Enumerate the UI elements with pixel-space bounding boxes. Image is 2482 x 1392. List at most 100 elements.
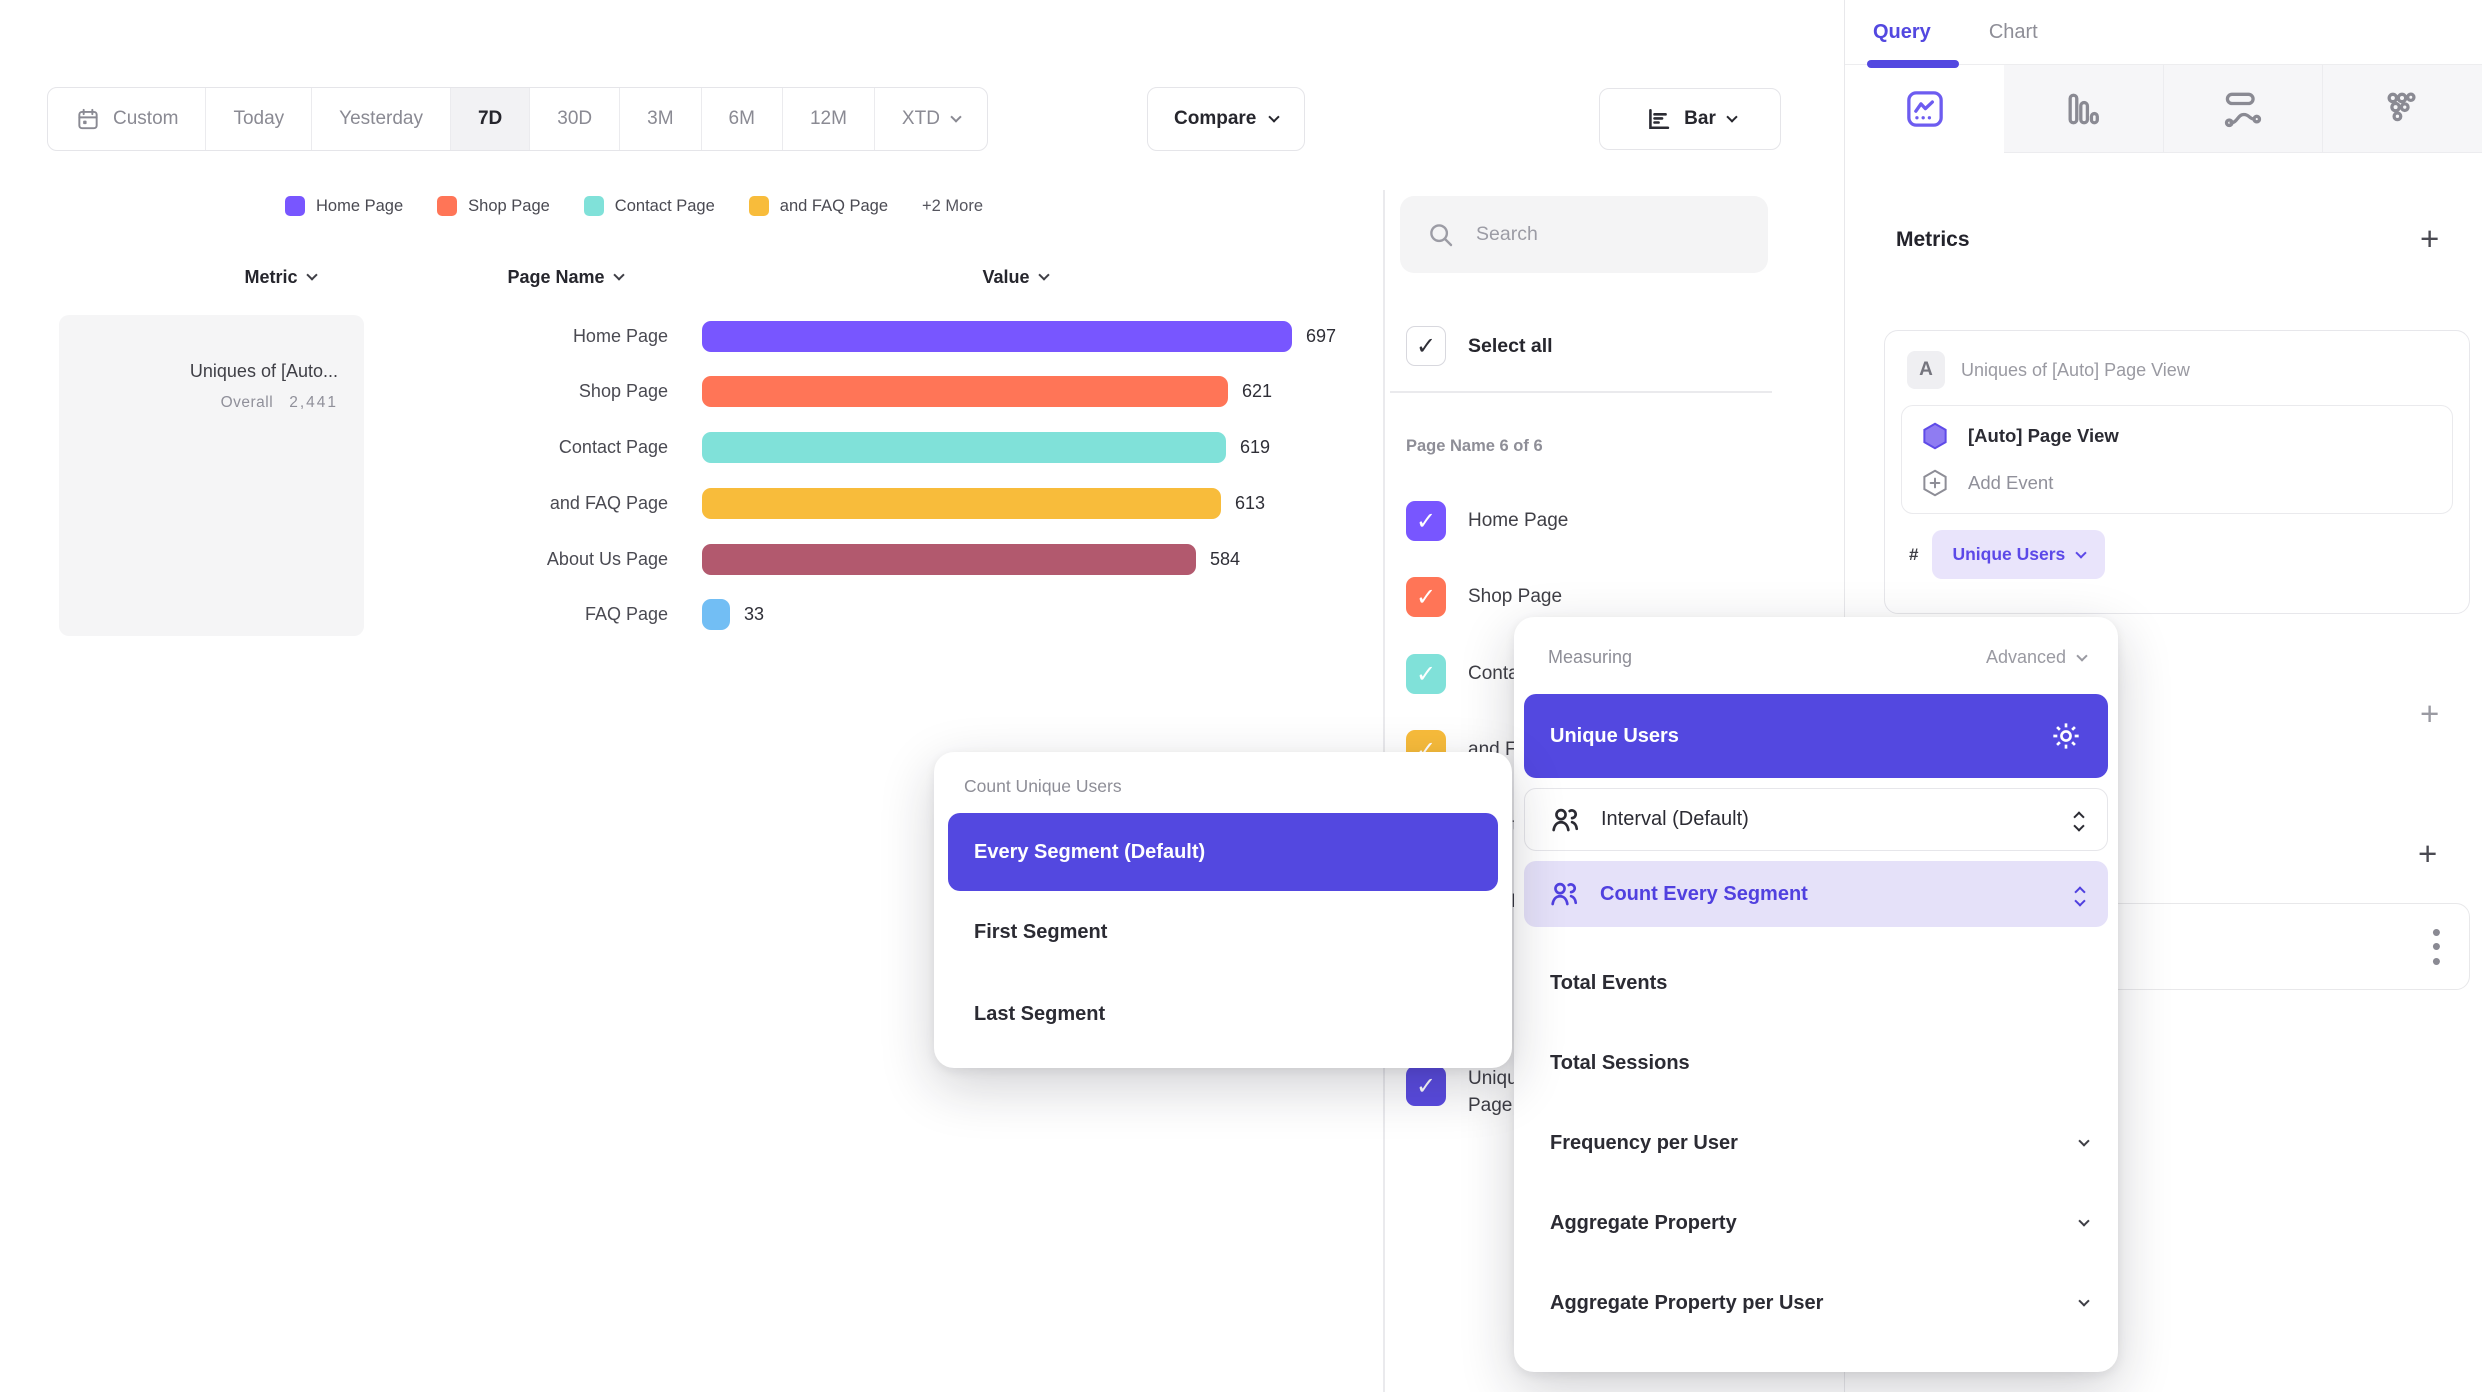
legend-swatch	[749, 196, 769, 216]
date-range-xtd[interactable]: XTD	[875, 88, 987, 150]
analytics-app: Custom Today Yesterday 7D 30D 3M 6M 12M …	[0, 0, 2482, 1392]
advanced-dropdown[interactable]: Advanced	[1986, 647, 2086, 668]
date-range-30d[interactable]: 30D	[530, 88, 620, 150]
legend-swatch	[285, 196, 305, 216]
search-input[interactable]	[1474, 222, 1738, 247]
metric-card[interactable]: A Uniques of [Auto] Page View [Auto] Pag…	[1884, 330, 2470, 614]
date-range-7d-selected[interactable]: 7D	[451, 88, 530, 150]
bar-and-faq-page[interactable]	[702, 488, 1221, 519]
bar-row: About Us Page584	[0, 534, 1240, 584]
add-filter-icon[interactable]: +	[2420, 697, 2439, 730]
bar-home-page[interactable]	[702, 321, 1292, 352]
date-range-today[interactable]: Today	[206, 88, 312, 150]
chevron-down-icon	[306, 269, 317, 280]
retention-dots-icon	[2380, 87, 2424, 131]
compare-button[interactable]: Compare	[1147, 87, 1305, 151]
more-options-icon[interactable]: •••	[2432, 925, 2441, 968]
date-range-yesterday[interactable]: Yesterday	[312, 88, 451, 150]
chevron-down-icon	[2078, 1135, 2089, 1146]
bar-shop-page[interactable]	[702, 376, 1228, 407]
measuring-option-total-sessions[interactable]: Total Sessions	[1524, 1023, 2108, 1103]
tab-query[interactable]: Query	[1873, 21, 1931, 44]
search-icon	[1426, 220, 1456, 250]
tab-insights-chart[interactable]	[1845, 65, 2004, 153]
filter-item-shop-page[interactable]: ✓Shop Page	[1406, 577, 1562, 617]
chevron-down-icon	[1726, 111, 1737, 122]
segment-option-first-segment[interactable]: First Segment	[948, 891, 1498, 973]
sidebar-tabs: Query Chart	[1845, 0, 2482, 65]
bar-row: and FAQ Page613	[0, 478, 1265, 528]
hexagon-event-icon	[1920, 421, 1950, 451]
column-header-metric[interactable]: Metric	[180, 260, 380, 294]
date-range-label: Custom	[113, 108, 178, 130]
search-box[interactable]	[1400, 196, 1768, 273]
bar-row: Shop Page621	[0, 366, 1272, 416]
tab-flows-chart[interactable]	[2164, 65, 2323, 153]
bar-row: Home Page697	[0, 311, 1336, 361]
tab-chart[interactable]: Chart	[1989, 21, 2038, 44]
checkbox-checked[interactable]: ✓	[1406, 1066, 1446, 1106]
measuring-option-unique-users-selected[interactable]: Unique Users	[1524, 694, 2108, 778]
measuring-option-frequency-per-user[interactable]: Frequency per User	[1524, 1103, 2108, 1183]
segment-popover-title: Count Unique Users	[948, 776, 1498, 797]
metric-summary-card[interactable]: Uniques of [Auto... Overall2,441	[59, 315, 364, 636]
chevron-down-icon	[2076, 650, 2087, 661]
column-header-value[interactable]: Value	[915, 260, 1115, 294]
legend-more[interactable]: +2 More	[922, 197, 983, 216]
legend-swatch	[584, 196, 604, 216]
bar-row: Contact Page619	[0, 422, 1270, 472]
chart-type-dropdown[interactable]: Bar	[1599, 88, 1781, 150]
people-icon	[1548, 878, 1580, 910]
stepper-icon[interactable]	[2076, 884, 2084, 905]
add-breakdown-icon[interactable]: +	[2418, 837, 2437, 870]
event-row[interactable]: [Auto] Page View	[1902, 406, 2452, 466]
measuring-option-aggregate-property-per-user[interactable]: Aggregate Property per User	[1524, 1263, 2108, 1343]
chevron-down-icon	[1038, 269, 1049, 280]
calendar-icon	[75, 106, 101, 132]
measuring-option-total-events[interactable]: Total Events	[1524, 943, 2108, 1023]
date-range-segmented-control: Custom Today Yesterday 7D 30D 3M 6M 12M …	[47, 87, 988, 151]
stepper-icon[interactable]	[2075, 809, 2083, 830]
checkbox-checked[interactable]: ✓	[1406, 654, 1446, 694]
date-range-12m[interactable]: 12M	[783, 88, 875, 150]
measure-dropdown[interactable]: Unique Users	[1932, 530, 2105, 579]
metric-card-header: A Uniques of [Auto] Page View	[1901, 349, 2453, 405]
measuring-row-count-every-segment[interactable]: Count Every Segment	[1524, 861, 2108, 927]
measuring-option-aggregate-property[interactable]: Aggregate Property	[1524, 1183, 2108, 1263]
segment-option-every-segment-selected[interactable]: Every Segment (Default)	[948, 813, 1498, 891]
checkbox-checked[interactable]: ✓	[1406, 501, 1446, 541]
gear-icon[interactable]	[2050, 720, 2082, 752]
horizontal-bar-chart-icon	[1644, 105, 1672, 133]
legend-item[interactable]: and FAQ Page	[749, 196, 888, 216]
legend-item[interactable]: Contact Page	[584, 196, 715, 216]
checkbox-checked[interactable]: ✓	[1406, 577, 1446, 617]
column-header-page-name[interactable]: Page Name	[465, 260, 665, 294]
active-tab-underline	[1867, 60, 1959, 68]
chevron-down-icon	[2078, 1295, 2089, 1306]
bar-faq-page[interactable]	[702, 599, 730, 630]
metric-letter-badge: A	[1907, 351, 1945, 389]
date-range-3m[interactable]: 3M	[620, 88, 701, 150]
legend-item[interactable]: Home Page	[285, 196, 403, 216]
legend-swatch	[437, 196, 457, 216]
bar-row: FAQ Page33	[0, 589, 764, 639]
list-divider	[1390, 391, 1772, 393]
chart-type-tab-row	[1845, 65, 2482, 153]
add-metric-icon[interactable]: +	[2420, 222, 2439, 255]
segment-option-last-segment[interactable]: Last Segment	[948, 973, 1498, 1055]
filter-item-home-page[interactable]: ✓Home Page	[1406, 501, 1568, 541]
tab-retention-chart[interactable]	[2323, 65, 2482, 153]
chevron-down-icon	[613, 269, 624, 280]
tab-funnels-chart[interactable]	[2004, 65, 2163, 153]
add-event-row[interactable]: Add Event	[1902, 466, 2452, 513]
date-range-custom[interactable]: Custom	[48, 88, 206, 150]
hexagon-plus-icon	[1920, 468, 1950, 498]
date-range-6m[interactable]: 6M	[702, 88, 783, 150]
legend-item[interactable]: Shop Page	[437, 196, 550, 216]
select-all-row[interactable]: ✓ Select all	[1406, 326, 1553, 366]
measuring-row-interval[interactable]: Interval (Default)	[1524, 788, 2108, 851]
bar-contact-page[interactable]	[702, 432, 1226, 463]
chevron-down-icon	[1269, 111, 1280, 122]
bar-about-us-page[interactable]	[702, 544, 1196, 575]
select-all-checkbox[interactable]: ✓	[1406, 326, 1446, 366]
